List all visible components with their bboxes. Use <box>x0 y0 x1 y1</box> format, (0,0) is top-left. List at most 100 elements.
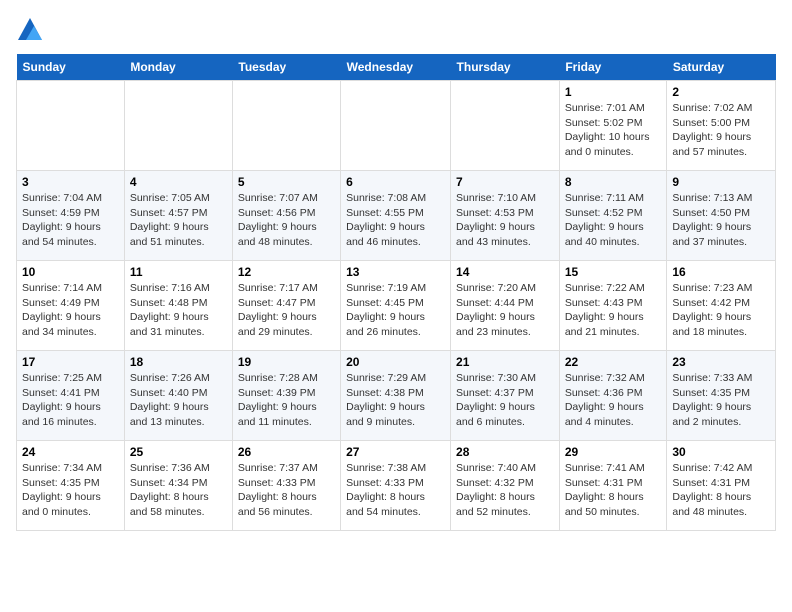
calendar-cell: 30 Sunrise: 7:42 AMSunset: 4:31 PMDayligh… <box>667 441 776 531</box>
calendar-cell: 1 Sunrise: 7:01 AMSunset: 5:02 PMDaylight… <box>559 81 667 171</box>
calendar-cell <box>124 81 232 171</box>
day-number: 20 <box>346 355 445 369</box>
calendar-cell: 22 Sunrise: 7:32 AMSunset: 4:36 PMDayligh… <box>559 351 667 441</box>
calendar-cell: 20 Sunrise: 7:29 AMSunset: 4:38 PMDayligh… <box>341 351 451 441</box>
day-number: 12 <box>238 265 335 279</box>
day-number: 15 <box>565 265 662 279</box>
day-number: 24 <box>22 445 119 459</box>
col-header-sunday: Sunday <box>17 54 125 81</box>
calendar-cell: 7 Sunrise: 7:10 AMSunset: 4:53 PMDaylight… <box>451 171 560 261</box>
calendar-cell: 4 Sunrise: 7:05 AMSunset: 4:57 PMDaylight… <box>124 171 232 261</box>
day-info: Sunrise: 7:07 AMSunset: 4:56 PMDaylight:… <box>238 191 335 250</box>
day-info: Sunrise: 7:42 AMSunset: 4:31 PMDaylight:… <box>672 461 770 520</box>
day-info: Sunrise: 7:29 AMSunset: 4:38 PMDaylight:… <box>346 371 445 430</box>
calendar-cell <box>341 81 451 171</box>
day-number: 14 <box>456 265 554 279</box>
calendar-cell: 23 Sunrise: 7:33 AMSunset: 4:35 PMDayligh… <box>667 351 776 441</box>
calendar-cell <box>17 81 125 171</box>
calendar-week-3: 10 Sunrise: 7:14 AMSunset: 4:49 PMDayligh… <box>17 261 776 351</box>
calendar-cell: 17 Sunrise: 7:25 AMSunset: 4:41 PMDayligh… <box>17 351 125 441</box>
day-info: Sunrise: 7:36 AMSunset: 4:34 PMDaylight:… <box>130 461 227 520</box>
day-info: Sunrise: 7:10 AMSunset: 4:53 PMDaylight:… <box>456 191 554 250</box>
day-info: Sunrise: 7:32 AMSunset: 4:36 PMDaylight:… <box>565 371 662 430</box>
day-number: 23 <box>672 355 770 369</box>
day-number: 1 <box>565 85 662 99</box>
day-info: Sunrise: 7:33 AMSunset: 4:35 PMDaylight:… <box>672 371 770 430</box>
calendar-cell: 18 Sunrise: 7:26 AMSunset: 4:40 PMDayligh… <box>124 351 232 441</box>
day-number: 13 <box>346 265 445 279</box>
calendar-cell: 15 Sunrise: 7:22 AMSunset: 4:43 PMDayligh… <box>559 261 667 351</box>
calendar-cell: 25 Sunrise: 7:36 AMSunset: 4:34 PMDayligh… <box>124 441 232 531</box>
day-number: 19 <box>238 355 335 369</box>
logo-icon <box>16 16 44 44</box>
day-info: Sunrise: 7:01 AMSunset: 5:02 PMDaylight:… <box>565 101 662 160</box>
day-number: 28 <box>456 445 554 459</box>
calendar-cell: 16 Sunrise: 7:23 AMSunset: 4:42 PMDayligh… <box>667 261 776 351</box>
day-info: Sunrise: 7:23 AMSunset: 4:42 PMDaylight:… <box>672 281 770 340</box>
day-info: Sunrise: 7:05 AMSunset: 4:57 PMDaylight:… <box>130 191 227 250</box>
day-number: 30 <box>672 445 770 459</box>
day-info: Sunrise: 7:08 AMSunset: 4:55 PMDaylight:… <box>346 191 445 250</box>
calendar-cell: 14 Sunrise: 7:20 AMSunset: 4:44 PMDayligh… <box>451 261 560 351</box>
day-info: Sunrise: 7:17 AMSunset: 4:47 PMDaylight:… <box>238 281 335 340</box>
day-info: Sunrise: 7:20 AMSunset: 4:44 PMDaylight:… <box>456 281 554 340</box>
calendar-week-4: 17 Sunrise: 7:25 AMSunset: 4:41 PMDayligh… <box>17 351 776 441</box>
col-header-thursday: Thursday <box>451 54 560 81</box>
day-number: 4 <box>130 175 227 189</box>
calendar-cell: 8 Sunrise: 7:11 AMSunset: 4:52 PMDaylight… <box>559 171 667 261</box>
calendar-cell: 29Sunrise: 7:41 AMSunset: 4:31 PMDayligh… <box>559 441 667 531</box>
day-info: Sunrise: 7:13 AMSunset: 4:50 PMDaylight:… <box>672 191 770 250</box>
calendar-cell: 28 Sunrise: 7:40 AMSunset: 4:32 PMDayligh… <box>451 441 560 531</box>
col-header-tuesday: Tuesday <box>232 54 340 81</box>
day-number: 17 <box>22 355 119 369</box>
day-number: 21 <box>456 355 554 369</box>
day-number: 16 <box>672 265 770 279</box>
calendar-week-2: 3 Sunrise: 7:04 AMSunset: 4:59 PMDaylight… <box>17 171 776 261</box>
calendar-cell: 21Sunrise: 7:30 AMSunset: 4:37 PMDayligh… <box>451 351 560 441</box>
calendar-cell: 2 Sunrise: 7:02 AMSunset: 5:00 PMDaylight… <box>667 81 776 171</box>
calendar-table: SundayMondayTuesdayWednesdayThursdayFrid… <box>16 54 776 531</box>
day-number: 26 <box>238 445 335 459</box>
page-header <box>16 16 776 44</box>
day-info: Sunrise: 7:28 AMSunset: 4:39 PMDaylight:… <box>238 371 335 430</box>
calendar-cell <box>451 81 560 171</box>
col-header-monday: Monday <box>124 54 232 81</box>
day-number: 7 <box>456 175 554 189</box>
day-info: Sunrise: 7:25 AMSunset: 4:41 PMDaylight:… <box>22 371 119 430</box>
day-info: Sunrise: 7:37 AMSunset: 4:33 PMDaylight:… <box>238 461 335 520</box>
day-number: 11 <box>130 265 227 279</box>
day-number: 3 <box>22 175 119 189</box>
day-info: Sunrise: 7:02 AMSunset: 5:00 PMDaylight:… <box>672 101 770 160</box>
day-info: Sunrise: 7:11 AMSunset: 4:52 PMDaylight:… <box>565 191 662 250</box>
calendar-cell: 5 Sunrise: 7:07 AMSunset: 4:56 PMDaylight… <box>232 171 340 261</box>
day-number: 22 <box>565 355 662 369</box>
day-number: 9 <box>672 175 770 189</box>
day-info: Sunrise: 7:22 AMSunset: 4:43 PMDaylight:… <box>565 281 662 340</box>
calendar-cell: 13 Sunrise: 7:19 AMSunset: 4:45 PMDayligh… <box>341 261 451 351</box>
day-number: 8 <box>565 175 662 189</box>
day-info: Sunrise: 7:26 AMSunset: 4:40 PMDaylight:… <box>130 371 227 430</box>
calendar-cell: 9 Sunrise: 7:13 AMSunset: 4:50 PMDaylight… <box>667 171 776 261</box>
header-row: SundayMondayTuesdayWednesdayThursdayFrid… <box>17 54 776 81</box>
day-info: Sunrise: 7:16 AMSunset: 4:48 PMDaylight:… <box>130 281 227 340</box>
day-info: Sunrise: 7:04 AMSunset: 4:59 PMDaylight:… <box>22 191 119 250</box>
day-info: Sunrise: 7:14 AMSunset: 4:49 PMDaylight:… <box>22 281 119 340</box>
calendar-cell: 24Sunrise: 7:34 AMSunset: 4:35 PMDayligh… <box>17 441 125 531</box>
calendar-cell: 26 Sunrise: 7:37 AMSunset: 4:33 PMDayligh… <box>232 441 340 531</box>
calendar-cell: 11 Sunrise: 7:16 AMSunset: 4:48 PMDayligh… <box>124 261 232 351</box>
day-number: 25 <box>130 445 227 459</box>
calendar-week-1: 1 Sunrise: 7:01 AMSunset: 5:02 PMDaylight… <box>17 81 776 171</box>
day-number: 5 <box>238 175 335 189</box>
calendar-week-5: 24Sunrise: 7:34 AMSunset: 4:35 PMDayligh… <box>17 441 776 531</box>
day-number: 2 <box>672 85 770 99</box>
calendar-cell: 6 Sunrise: 7:08 AMSunset: 4:55 PMDaylight… <box>341 171 451 261</box>
calendar-cell: 27Sunrise: 7:38 AMSunset: 4:33 PMDayligh… <box>341 441 451 531</box>
day-info: Sunrise: 7:19 AMSunset: 4:45 PMDaylight:… <box>346 281 445 340</box>
day-number: 18 <box>130 355 227 369</box>
calendar-cell: 3 Sunrise: 7:04 AMSunset: 4:59 PMDaylight… <box>17 171 125 261</box>
calendar-cell <box>232 81 340 171</box>
day-number: 6 <box>346 175 445 189</box>
day-info: Sunrise: 7:40 AMSunset: 4:32 PMDaylight:… <box>456 461 554 520</box>
day-number: 10 <box>22 265 119 279</box>
calendar-cell: 12 Sunrise: 7:17 AMSunset: 4:47 PMDayligh… <box>232 261 340 351</box>
